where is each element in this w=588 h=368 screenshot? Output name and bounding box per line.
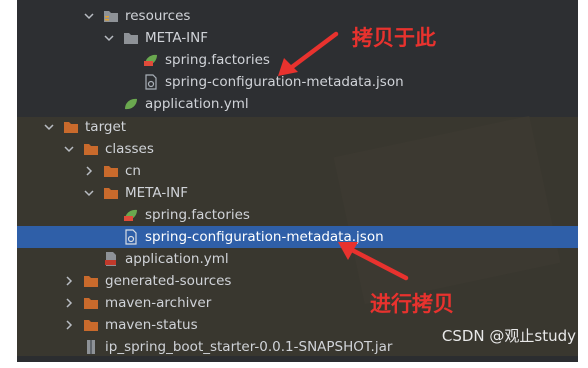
- folder-orange-icon: [103, 185, 119, 201]
- tree-row-maven-archiver[interactable]: maven-archiver: [17, 292, 578, 314]
- tree-row-label: ip_spring_boot_starter-0.0.1-SNAPSHOT.ja…: [105, 339, 393, 355]
- tree-row-label: META-INF: [145, 30, 209, 46]
- tree-row-resources[interactable]: resources: [17, 5, 578, 27]
- tree-row-application-yml[interactable]: application.yml: [17, 93, 578, 115]
- tree-row-meta-inf-target[interactable]: META-INF: [17, 182, 578, 204]
- tree-row-label: maven-archiver: [105, 295, 212, 311]
- tree-row-label: generated-sources: [105, 273, 232, 289]
- tree-row-target[interactable]: target: [17, 116, 578, 138]
- tree-row-label: target: [85, 119, 127, 135]
- folder-orange-icon: [83, 141, 99, 157]
- chevron-right-icon[interactable]: [83, 165, 95, 177]
- json-config-file-icon: [123, 229, 139, 245]
- csdn-watermark: CSDN @观止study: [441, 327, 576, 345]
- tree-row-label: cn: [125, 163, 141, 179]
- chevron-right-icon[interactable]: [63, 275, 75, 287]
- folder-orange-icon: [63, 119, 79, 135]
- json-config-file-icon: [143, 74, 159, 90]
- yml-file-icon: [103, 251, 119, 267]
- tree-row-label: spring.factories: [145, 207, 250, 223]
- chevron-down-icon[interactable]: [63, 143, 75, 155]
- arrow-copy-here-icon: [278, 31, 339, 76]
- chevron-down-icon[interactable]: [83, 187, 95, 199]
- chevron-right-icon[interactable]: [63, 319, 75, 331]
- tree-row-generated-sources[interactable]: generated-sources: [17, 270, 578, 292]
- tree-row-label: META-INF: [125, 185, 189, 201]
- folder-orange-icon: [103, 163, 119, 179]
- jar-file-icon: [83, 339, 99, 355]
- tree-row-label: resources: [125, 8, 191, 24]
- chevron-down-icon[interactable]: [103, 32, 115, 44]
- spring-leaf-icon: [123, 207, 139, 223]
- chevron-right-icon[interactable]: [63, 297, 75, 309]
- folder-icon: [123, 30, 139, 46]
- annotation-do-copy: 进行拷贝: [370, 292, 454, 316]
- tree-row-label: spring.factories: [165, 52, 270, 68]
- tree-row-spring-factories-target[interactable]: spring.factories: [17, 204, 578, 226]
- tree-row-application-yml-target[interactable]: application.yml: [17, 248, 578, 270]
- tree-row-label: maven-status: [105, 317, 198, 333]
- folder-orange-icon: [83, 295, 99, 311]
- chevron-down-icon[interactable]: [83, 10, 95, 22]
- tree-row-metadata-json-target[interactable]: spring-configuration-metadata.json: [17, 226, 578, 248]
- folder-orange-icon: [83, 273, 99, 289]
- spring-leaf-icon: [143, 52, 159, 68]
- spring-leaf-icon: [123, 96, 139, 112]
- tree-row-classes[interactable]: classes: [17, 138, 578, 160]
- tree-row-label: classes: [105, 141, 154, 157]
- annotation-copy-here: 拷贝于此: [352, 26, 436, 50]
- tree-row-label: application.yml: [145, 96, 249, 112]
- tree-bottom-edge: [17, 356, 578, 362]
- folder-resources-icon: [103, 8, 119, 24]
- folder-orange-icon: [83, 317, 99, 333]
- arrow-do-copy-icon: [338, 242, 409, 281]
- chevron-down-icon[interactable]: [43, 121, 55, 133]
- tree-row-cn[interactable]: cn: [17, 160, 578, 182]
- tree-row-label: application.yml: [125, 251, 229, 267]
